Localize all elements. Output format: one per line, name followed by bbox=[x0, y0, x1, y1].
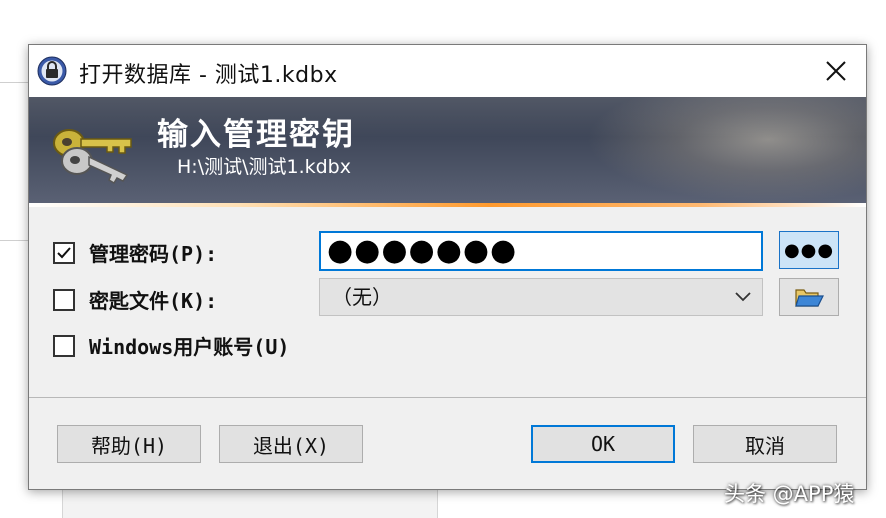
master-password-label: 管理密码(P): bbox=[89, 242, 218, 266]
key-file-selected-value: （无） bbox=[332, 285, 392, 309]
close-icon bbox=[826, 61, 846, 81]
windows-account-row: Windows用户账号(U) bbox=[53, 331, 289, 360]
window-title: 打开数据库 - 测试1.kdbx bbox=[79, 63, 338, 88]
database-path: H:\测试\测试1.kdbx bbox=[177, 156, 351, 178]
folder-open-icon bbox=[795, 289, 824, 307]
separator bbox=[29, 397, 866, 398]
watermark: 头条 @APP猿 bbox=[724, 482, 855, 506]
background-divider bbox=[0, 240, 30, 241]
key-file-checkbox[interactable] bbox=[53, 288, 75, 311]
exit-button[interactable]: 退出(X) bbox=[219, 425, 363, 463]
header-banner: 输入管理密钥 H:\测试\测试1.kdbx bbox=[29, 97, 866, 203]
cancel-button[interactable]: 取消 bbox=[693, 425, 837, 463]
key-icon bbox=[53, 129, 132, 185]
key-file-label: 密匙文件(K): bbox=[89, 289, 218, 313]
banner-stripe bbox=[29, 203, 866, 207]
master-password-input[interactable]: ●●●●●●● bbox=[319, 231, 763, 271]
background-divider bbox=[0, 82, 30, 83]
checkmark-icon bbox=[57, 246, 71, 258]
ok-button[interactable]: OK bbox=[531, 425, 675, 463]
close-button[interactable] bbox=[806, 45, 866, 97]
key-file-select[interactable]: （无） bbox=[319, 278, 763, 316]
windows-account-label: Windows用户账号(U) bbox=[89, 335, 290, 359]
background-window bbox=[62, 488, 438, 518]
show-password-button[interactable]: ●●● bbox=[779, 231, 839, 269]
keepass-lock-icon bbox=[37, 56, 67, 86]
help-button[interactable]: 帮助(H) bbox=[57, 425, 201, 463]
browse-key-file-button[interactable] bbox=[779, 278, 839, 316]
key-file-row: 密匙文件(K): bbox=[53, 285, 217, 314]
windows-account-checkbox[interactable] bbox=[53, 334, 75, 357]
chevron-down-icon bbox=[735, 292, 751, 302]
open-database-dialog: 打开数据库 - 测试1.kdbx 输入管理密钥 H:\测试\测试1.kdbx 管… bbox=[28, 44, 867, 490]
title-bar: 打开数据库 - 测试1.kdbx bbox=[29, 45, 866, 97]
master-password-checkbox[interactable] bbox=[53, 241, 75, 264]
banner-title: 输入管理密钥 bbox=[157, 117, 355, 153]
master-password-row: 管理密码(P): bbox=[53, 238, 217, 267]
banner-glare bbox=[29, 97, 866, 137]
